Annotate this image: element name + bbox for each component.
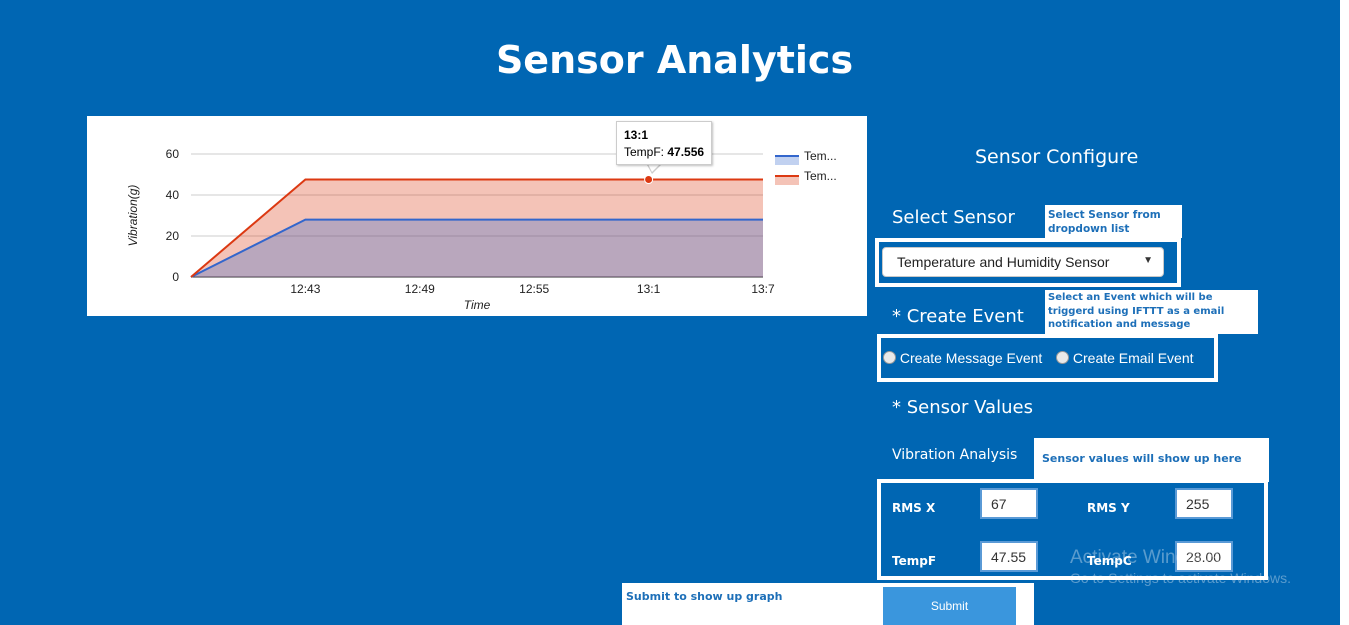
tempf-label: TempF <box>892 554 937 568</box>
tooltip-series-label: TempF: <box>624 145 668 159</box>
radio-message-event-label: Create Message Event <box>899 350 1043 366</box>
x-tick-label: 12:49 <box>405 282 435 296</box>
x-tick-label: 13:7 <box>751 282 775 296</box>
sensor-chart[interactable]: 0 20 40 60 12:43 12:49 12:55 13:1 13:7 Time Vibrat… <box>87 116 867 316</box>
rms-y-field[interactable]: 255 <box>1175 488 1233 519</box>
x-tick-label: 12:55 <box>519 282 549 296</box>
legend-swatch <box>775 176 799 185</box>
x-axis-title: Time <box>464 298 491 312</box>
y-axis-title: Vibration(g) <box>126 185 140 247</box>
chevron-down-icon: ▼ <box>1143 255 1153 266</box>
sensor-dropdown-value: Temperature and Humidity Sensor <box>897 254 1110 270</box>
rms-x-label: RMS X <box>892 501 936 515</box>
rms-y-label: RMS Y <box>1087 501 1130 515</box>
right-edge <box>1340 0 1349 625</box>
y-tick-label: 0 <box>172 270 179 284</box>
sensor-values-note: Sensor values will show up here <box>1034 438 1269 482</box>
y-tick-label: 60 <box>166 147 180 161</box>
submit-button[interactable]: Submit <box>883 587 1016 625</box>
y-tick-label: 40 <box>166 188 180 202</box>
sensor-dropdown[interactable]: Temperature and Humidity Sensor ▼ <box>882 247 1164 277</box>
tooltip-value: 47.556 <box>667 145 705 159</box>
tooltip-title: 13:1 <box>624 128 649 142</box>
radio-email-event[interactable] <box>1056 351 1069 364</box>
select-sensor-note: Select Sensor from dropdown list <box>1045 205 1182 238</box>
vibration-analysis-label: Vibration Analysis <box>892 447 1018 463</box>
chart-svg: 0 20 40 60 12:43 12:49 12:55 13:1 13:7 Time Vibrat… <box>126 147 837 312</box>
create-event-note: Select an Event which will be triggerd u… <box>1045 290 1258 334</box>
sensor-values-label: * Sensor Values <box>892 397 1033 418</box>
y-tick-label: 20 <box>166 229 180 243</box>
tooltip-tail-inner <box>648 164 660 172</box>
radio-email-event-wrap[interactable]: Create Email Event <box>1056 350 1194 366</box>
watermark-line2: Go to Settings to activate Windows. <box>1070 570 1291 586</box>
page-title: Sensor Analytics <box>495 38 854 82</box>
data-point-highlight <box>644 175 654 185</box>
x-tick-label: 12:43 <box>290 282 320 296</box>
radio-message-event-wrap[interactable]: Create Message Event <box>883 350 1042 366</box>
select-sensor-label: Select Sensor <box>892 207 1015 228</box>
radio-message-event[interactable] <box>883 351 896 364</box>
watermark-line1: Activate Windows <box>1070 547 1220 568</box>
legend-label: Tem... <box>804 169 837 183</box>
chart-tooltip: 13:1 TempF: 47.556 <box>616 121 712 165</box>
tempf-field[interactable]: 47.55 <box>980 541 1038 572</box>
x-tick-label: 13:1 <box>637 282 661 296</box>
tooltip-row: TempF: 47.556 <box>624 144 711 161</box>
legend-swatch <box>775 156 799 165</box>
legend-label: Tem... <box>804 149 837 163</box>
config-heading: Sensor Configure <box>975 146 1139 168</box>
windows-watermark: Activate Windows Go to Settings to activ… <box>1070 547 1291 586</box>
create-event-label: * Create Event <box>892 306 1024 327</box>
rms-x-field[interactable]: 67 <box>980 488 1038 519</box>
radio-email-event-label: Create Email Event <box>1072 350 1194 366</box>
